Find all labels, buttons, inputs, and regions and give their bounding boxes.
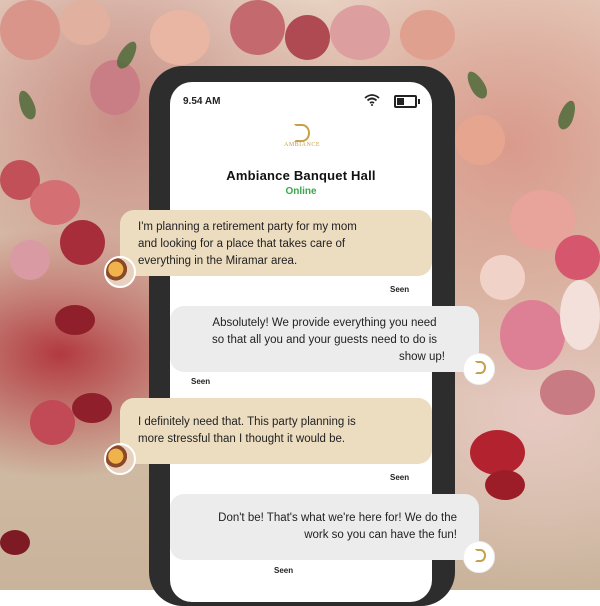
leaf-decoration (15, 88, 39, 122)
rose-decoration (90, 60, 140, 115)
seen-receipt: Seen (390, 285, 410, 294)
message-line: work so you can have the fun! (304, 529, 457, 541)
leaf-decoration (463, 68, 491, 102)
rose-decoration (455, 115, 505, 165)
rose-decoration (30, 180, 80, 225)
message-bubble-venue: Absolutely! We provide everything you ne… (170, 306, 479, 372)
message-line: show up! (398, 351, 445, 363)
message-bubble-user: I definitely need that. This party plann… (120, 398, 432, 464)
venue-avatar (463, 353, 495, 385)
rose-decoration (60, 0, 110, 45)
user-avatar (104, 443, 136, 475)
ambiance-logo: AMBIANCE (282, 124, 322, 152)
rose-decoration (60, 220, 105, 265)
rose-decoration (555, 235, 600, 280)
message-line: I definitely need that. This party plann… (138, 416, 356, 428)
status-time: 9.54 AM (183, 96, 221, 107)
logo-text: AMBIANCE (283, 142, 320, 148)
rose-decoration (0, 530, 30, 555)
rose-decoration (0, 0, 60, 60)
online-status: Online (285, 186, 317, 197)
rose-decoration (500, 300, 565, 370)
wifi-icon (364, 94, 380, 106)
rose-decoration (285, 15, 330, 60)
rose-decoration (30, 400, 75, 445)
rose-decoration (55, 305, 95, 335)
message-line: so that all you and your guests need to … (211, 334, 438, 346)
seen-receipt: Seen (390, 473, 410, 482)
rose-decoration (72, 393, 112, 423)
chat-title: Ambiance Banquet Hall (226, 168, 376, 183)
message-line: Don't be! That's what we're here for! We… (218, 512, 457, 524)
venue-avatar (463, 541, 495, 573)
rose-decoration (480, 255, 525, 300)
leaf-decoration (555, 98, 579, 132)
message-line: I'm planning a retirement party for my m… (138, 221, 357, 233)
rose-decoration (330, 5, 390, 60)
rose-decoration (150, 10, 210, 65)
seen-receipt: Seen (191, 377, 211, 386)
message-line: more stressful than I thought it would b… (138, 433, 346, 445)
rose-decoration (540, 370, 595, 415)
user-avatar (104, 256, 136, 288)
message-line: Absolutely! We provide everything you ne… (212, 317, 437, 329)
message-bubble-user: I'm planning a retirement party for my m… (120, 210, 432, 276)
seen-receipt: Seen (274, 566, 294, 575)
leaf-decoration (113, 38, 141, 72)
rose-decoration (230, 0, 285, 55)
rose-decoration (10, 240, 50, 280)
battery-icon (394, 95, 420, 108)
rose-decoration (400, 10, 455, 60)
rose-decoration (560, 280, 600, 350)
message-line: and looking for a place that takes care … (138, 238, 346, 250)
message-line: everything in the Miramar area. (138, 255, 298, 267)
message-bubble-venue: Don't be! That's what we're here for! We… (170, 494, 479, 560)
rose-decoration (470, 430, 525, 475)
rose-decoration (485, 470, 525, 500)
